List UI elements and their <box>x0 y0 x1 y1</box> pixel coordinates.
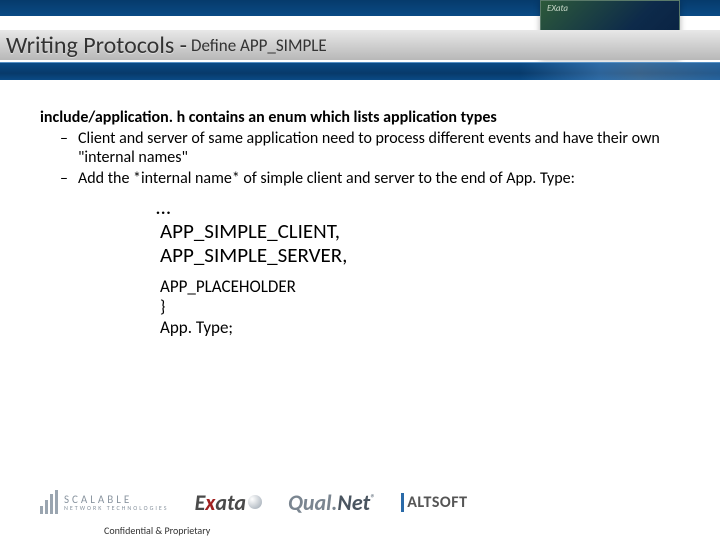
logo-qualnet: Qual.Net® <box>288 489 375 516</box>
footer-logos: SCALABLE NETWORK TECHNOLOGIES Exata Qual… <box>40 484 680 520</box>
title-band: Writing Protocols - Define APP_SIMPLE <box>0 30 720 60</box>
secondary-blue-band <box>0 62 720 80</box>
scalable-bars-icon <box>40 490 58 514</box>
content-heading: include/application. h contains an enum … <box>40 108 680 127</box>
logo-exata: Exata <box>195 489 262 516</box>
sphere-icon <box>248 495 262 509</box>
logo-altsoft: ALTSOFT <box>401 493 467 512</box>
scalable-text-bottom: NETWORK TECHNOLOGIES <box>64 505 169 511</box>
code-line: APP_SIMPLE_SERVER, <box>160 243 680 267</box>
corner-label: EXata <box>547 3 568 14</box>
bullet-item: Client and server of same application ne… <box>78 129 680 167</box>
slide-content: include/application. h contains an enum … <box>40 108 680 338</box>
code-line: APP_SIMPLE_CLIENT, <box>160 219 680 243</box>
slide-title-sub: Define APP_SIMPLE <box>191 35 327 56</box>
confidential-text: Confidential & Proprietary <box>104 524 210 537</box>
code-block: … APP_SIMPLE_CLIENT, APP_SIMPLE_SERVER, … <box>160 195 680 339</box>
bullet-item: Add the *internal name* of simple client… <box>78 169 680 188</box>
slide-title-main: Writing Protocols - <box>6 31 187 60</box>
code-ellipsis: … <box>156 195 680 219</box>
code-tail: APP_PLACEHOLDER } App. Type; <box>160 277 680 338</box>
logo-scalable: SCALABLE NETWORK TECHNOLOGIES <box>40 490 169 514</box>
bullet-list: Client and server of same application ne… <box>78 129 680 189</box>
